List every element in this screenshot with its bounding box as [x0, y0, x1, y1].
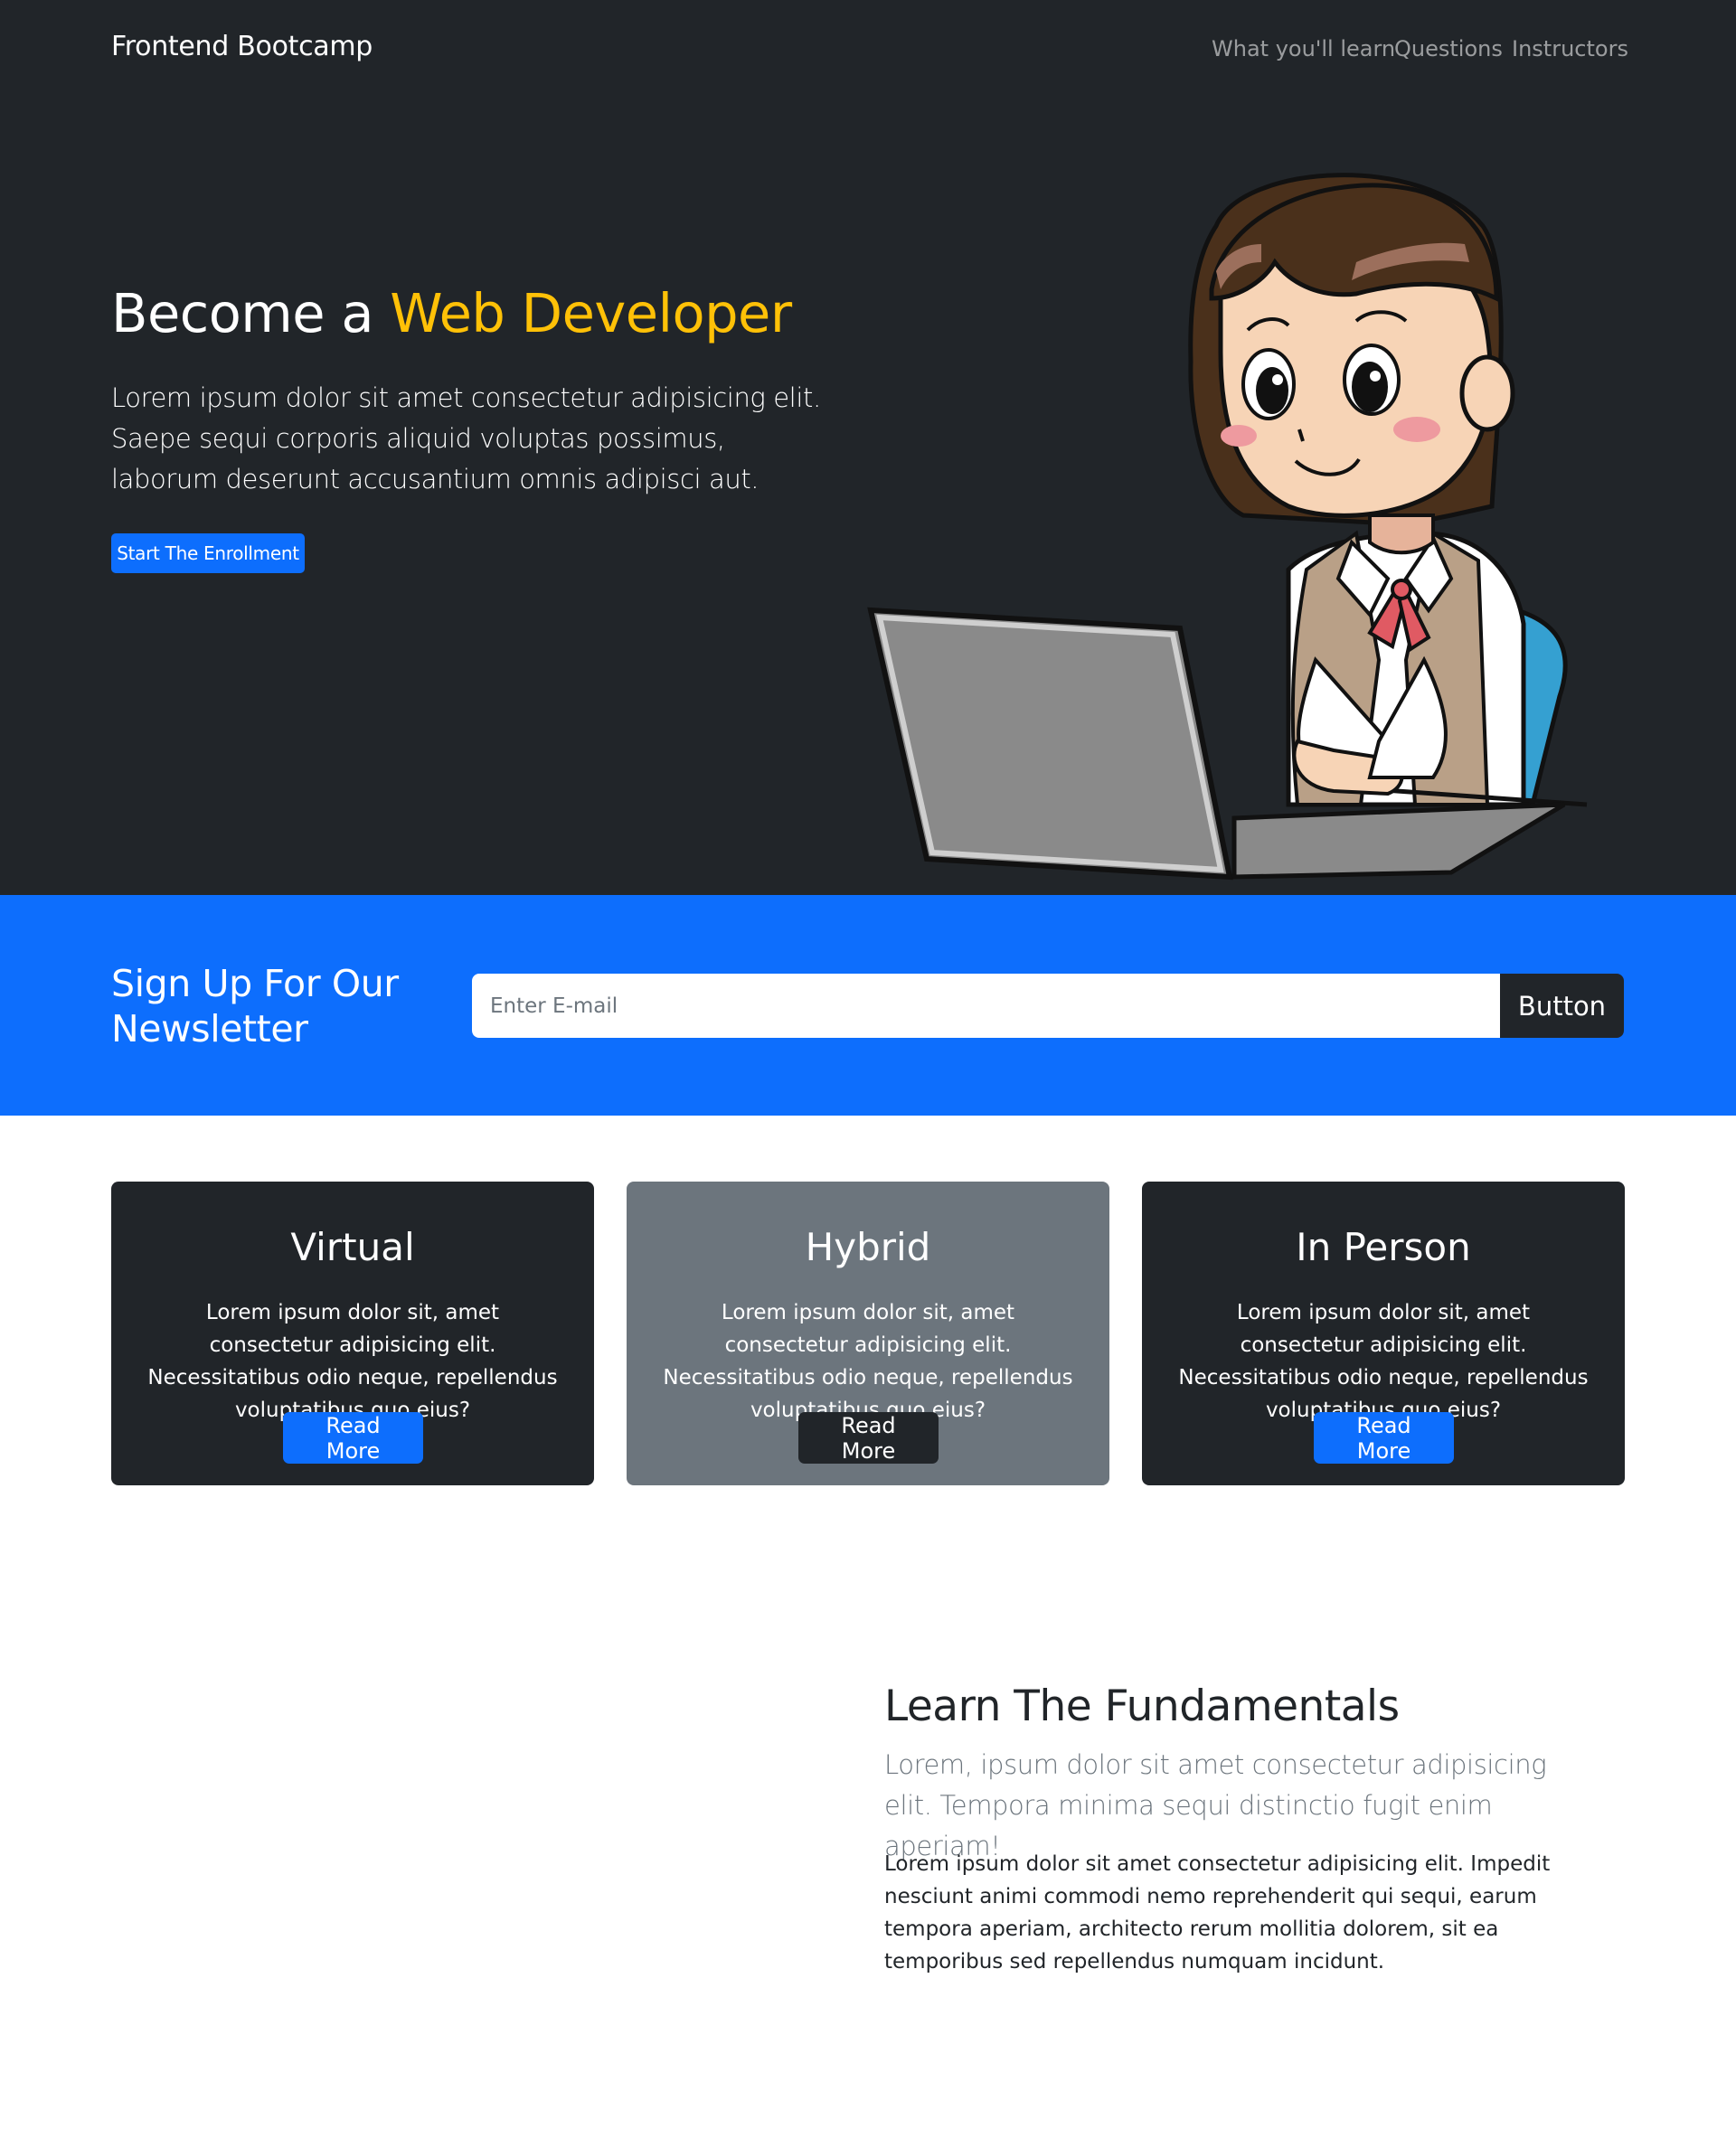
nav-link-instructors[interactable]: Instructors [1512, 36, 1628, 61]
navbar: Frontend Bootcamp What you'll learn Ques… [0, 0, 1736, 101]
card-virtual: Virtual Lorem ipsum dolor sit, amet cons… [111, 1182, 594, 1485]
hero-title-prefix: Become a [111, 282, 391, 344]
woman-at-laptop-illustration [867, 173, 1588, 881]
read-more-button[interactable]: Read More [798, 1412, 939, 1464]
newsletter-title: Sign Up For Our Newsletter [111, 962, 399, 1050]
card-in-person: In Person Lorem ipsum dolor sit, amet co… [1142, 1182, 1625, 1485]
learn-title: Learn The Fundamentals [884, 1682, 1400, 1731]
card-title: In Person [1296, 1225, 1471, 1269]
card-text: Lorem ipsum dolor sit, amet consectetur … [1178, 1301, 1589, 1422]
read-more-button[interactable]: Read More [283, 1412, 423, 1464]
card-text: Lorem ipsum dolor sit, amet consectetur … [147, 1301, 558, 1422]
hero-description: Lorem ipsum dolor sit amet consectetur a… [111, 382, 821, 495]
nav-link-what-youll-learn[interactable]: What you'll learn [1212, 36, 1395, 61]
card-hybrid: Hybrid Lorem ipsum dolor sit, amet conse… [627, 1182, 1109, 1485]
email-input[interactable] [472, 974, 1500, 1038]
card-text: Lorem ipsum dolor sit, amet consectetur … [663, 1301, 1073, 1422]
card-title: Hybrid [805, 1225, 931, 1269]
learn-body: Lorem ipsum dolor sit amet consectetur a… [884, 1852, 1551, 1974]
hero-title-accent: Web Developer [390, 282, 792, 344]
brand-logo-link[interactable]: Frontend Bootcamp [111, 31, 373, 62]
card-title: Virtual [290, 1225, 415, 1269]
hero-title: Become a Web Developer [111, 282, 792, 344]
read-more-button[interactable]: Read More [1314, 1412, 1454, 1464]
newsletter-submit-button[interactable]: Button [1500, 974, 1624, 1038]
start-enrollment-button[interactable]: Start The Enrollment [111, 533, 305, 573]
nav-link-questions[interactable]: Questions [1394, 36, 1503, 61]
